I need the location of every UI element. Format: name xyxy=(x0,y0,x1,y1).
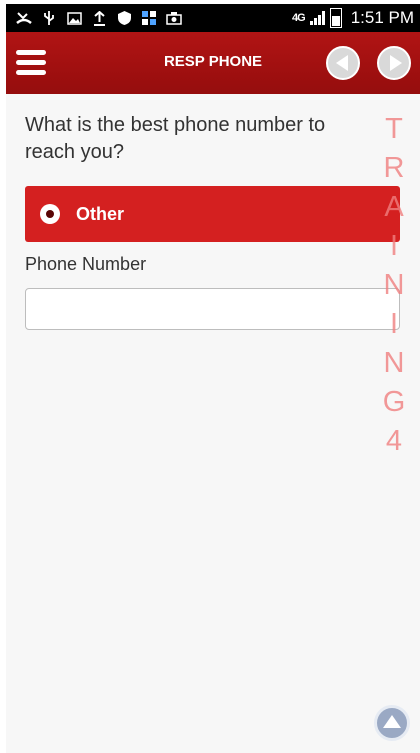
battery-icon xyxy=(329,8,342,28)
status-bar: 4G 1:51 PM xyxy=(6,4,420,32)
clock: 1:51 PM xyxy=(350,8,414,27)
up-arrow-icon xyxy=(383,715,401,728)
usb-icon xyxy=(41,10,57,26)
phone-number-label: Phone Number xyxy=(25,254,147,274)
forward-arrow-icon xyxy=(389,55,402,71)
missed-call-icon xyxy=(16,10,32,26)
radio-selected-icon[interactable] xyxy=(40,204,60,224)
scroll-to-top-button[interactable] xyxy=(374,705,410,741)
back-arrow-icon xyxy=(335,55,348,71)
grid-app-icon xyxy=(141,10,157,26)
camera-icon xyxy=(166,10,182,26)
option-label: Other xyxy=(76,203,125,224)
phone-number-input[interactable] xyxy=(25,288,400,330)
watermark-letter: R xyxy=(383,152,405,184)
watermark-letter: G xyxy=(382,386,406,418)
shield-icon xyxy=(116,10,132,26)
signal-strength-icon xyxy=(309,11,325,25)
forward-button[interactable] xyxy=(377,46,411,80)
watermark-letter: T xyxy=(385,113,403,145)
image-icon xyxy=(66,10,82,26)
training-watermark: T R A I N I N G 4 xyxy=(372,110,416,461)
form-content: What is the best phone number to reach y… xyxy=(6,94,420,753)
back-button[interactable] xyxy=(326,46,360,80)
option-other[interactable]: Other xyxy=(25,186,400,242)
watermark-letter: 4 xyxy=(385,425,403,457)
question-text: What is the best phone number to reach y… xyxy=(25,114,326,163)
app-bar: RESP PHONE xyxy=(6,32,420,94)
network-type-label: 4G xyxy=(292,12,306,24)
upload-icon xyxy=(91,10,107,26)
watermark-letter: N xyxy=(383,347,405,379)
